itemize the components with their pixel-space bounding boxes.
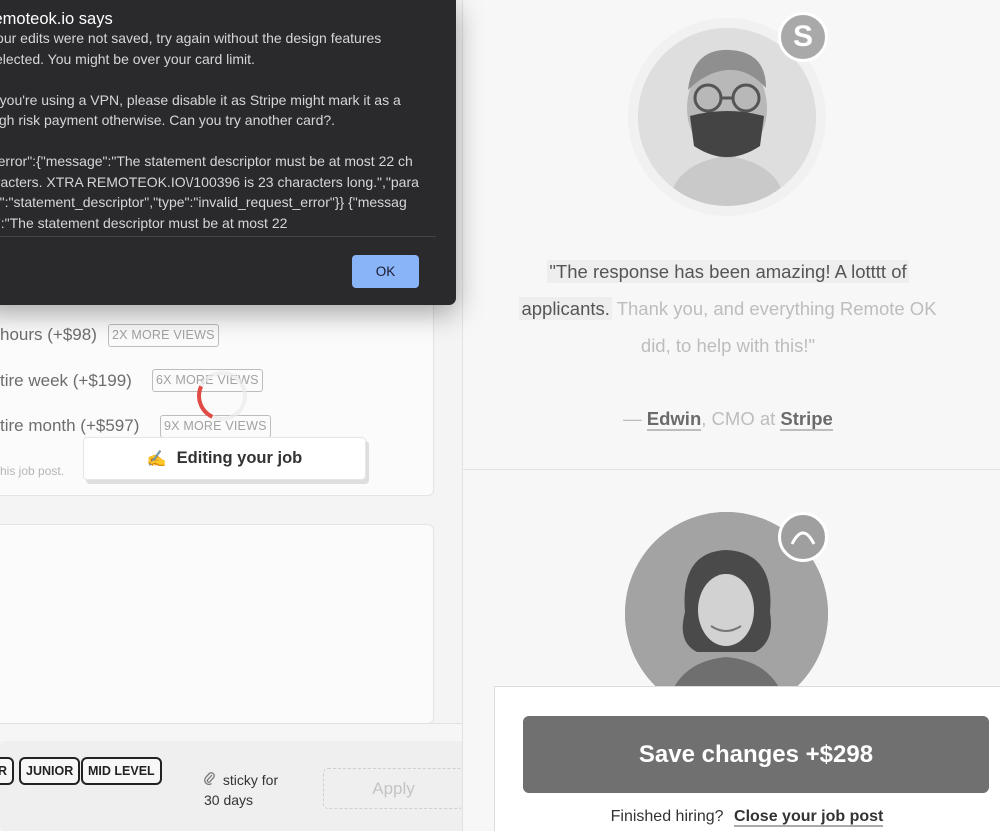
save-changes-button[interactable]: Save changes +$298 xyxy=(523,716,989,793)
job-tag[interactable]: JUNIOR xyxy=(19,757,81,785)
finished-hiring-text: Finished hiring? xyxy=(610,808,724,825)
sticky-line-1: sticky for xyxy=(222,772,279,788)
quote-text: Thank you, and everything Remote OK did,… xyxy=(616,298,937,356)
finished-hiring-row: Finished hiring? Close your job post xyxy=(494,808,1000,827)
upsell-option-label[interactable]: tire month (+$597) xyxy=(0,416,139,436)
dialog-message-line: If you're using a VPN, please disable it… xyxy=(0,91,401,129)
writing-hand-icon: ✍️ xyxy=(146,450,167,468)
upsell-hint: his job post. xyxy=(0,464,65,478)
quote-highlight: applicants. xyxy=(519,297,612,320)
company-link[interactable]: Stripe xyxy=(780,408,833,431)
testimonial-quote: "The response has been amazing! A lotttt… xyxy=(510,253,946,364)
paperclip-icon xyxy=(204,772,219,788)
views-badge: 2X MORE VIEWS xyxy=(108,324,219,347)
upsell-option-label[interactable]: hours (+$98) xyxy=(0,325,97,345)
job-tag[interactable]: MID LEVEL xyxy=(81,757,162,785)
dialog-divider xyxy=(0,236,436,237)
author-link[interactable]: Edwin xyxy=(646,408,702,431)
quote-highlight: "The response has been amazing! A lotttt… xyxy=(547,260,909,283)
author-role: , CMO at xyxy=(701,408,776,429)
ok-button[interactable]: OK xyxy=(352,255,419,288)
testimonial-attribution: — Edwin, CMO at Stripe xyxy=(510,408,946,431)
alert-dialog: remoteok.io says Your edits were not sav… xyxy=(0,0,456,305)
toast-label: Editing your job xyxy=(176,449,303,467)
testimonial-divider xyxy=(462,469,1000,470)
form-card xyxy=(0,524,434,724)
dialog-message: Your edits were not saved, try again wit… xyxy=(0,28,420,234)
dialog-message-line: Your edits were not saved, try again wit… xyxy=(0,30,382,67)
job-tag[interactable]: R xyxy=(0,757,14,785)
apply-button[interactable]: Apply xyxy=(323,768,464,809)
sticky-info: sticky for 30 days xyxy=(204,770,278,810)
dialog-title: remoteok.io says xyxy=(0,10,113,28)
company-logo-icon: S xyxy=(778,12,828,62)
company-logo-icon xyxy=(778,512,828,562)
close-job-post-link[interactable]: Close your job post xyxy=(734,808,884,827)
attribution-dash: — xyxy=(623,408,642,429)
upsell-option-label[interactable]: tire week (+$199) xyxy=(0,371,132,391)
editing-toast: ✍️ Editing your job xyxy=(83,437,366,480)
sticky-line-2: 30 days xyxy=(204,792,254,808)
dialog-error-json: {"error":{"message":"The statement descr… xyxy=(0,153,419,231)
